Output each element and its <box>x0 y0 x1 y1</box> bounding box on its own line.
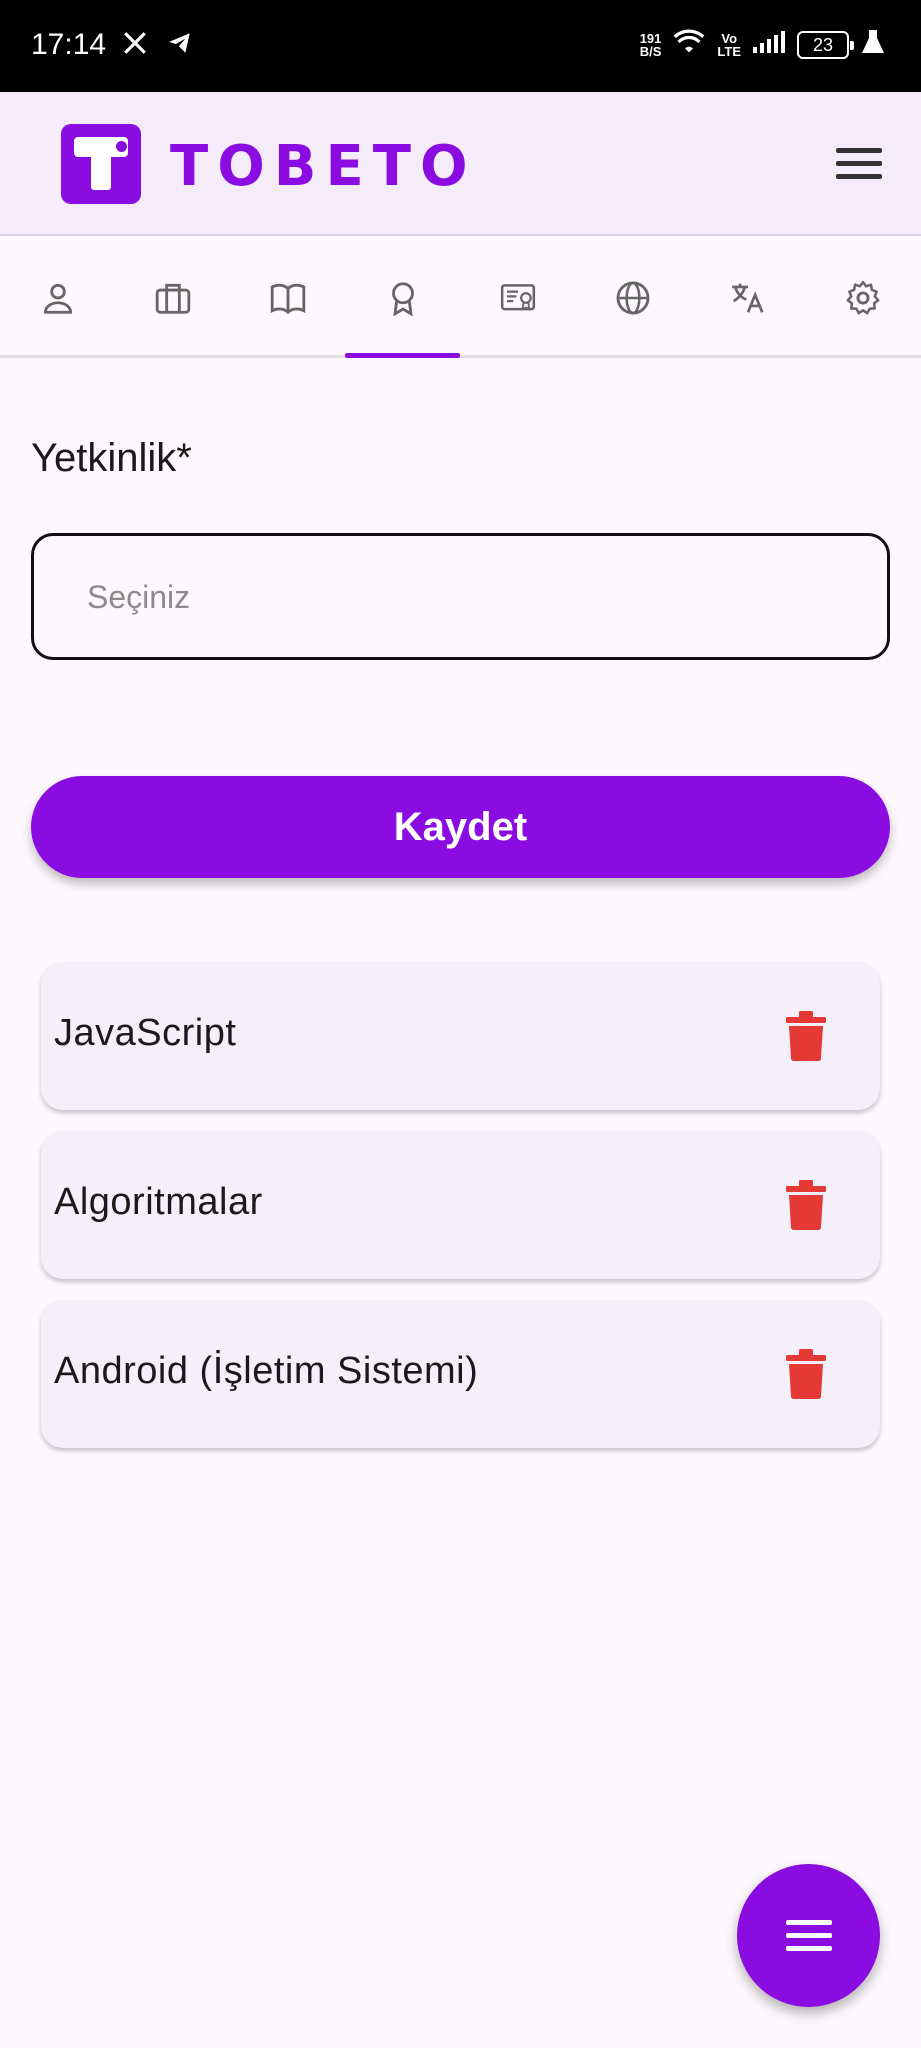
tab-languages[interactable] <box>690 238 805 358</box>
briefcase-icon <box>155 283 190 314</box>
menu-icon-line <box>785 1933 832 1938</box>
tab-certificates[interactable] <box>460 238 575 358</box>
save-button[interactable]: Kaydet <box>31 776 890 878</box>
tab-social-media[interactable] <box>575 238 690 358</box>
status-bar: 17:14 191 B/S Vo LTE 23 <box>0 0 921 92</box>
list-item: Android (İşletim Sistemi) <box>41 1300 880 1448</box>
brand-name: TOBETO <box>170 134 477 199</box>
tab-skills[interactable] <box>345 238 460 358</box>
volte-indicator: Vo LTE <box>717 30 741 59</box>
tab-selected-indicator <box>345 353 460 358</box>
status-time: 17:14 <box>31 28 107 61</box>
wifi-icon <box>673 29 705 60</box>
competency-label: Yetkinlik* <box>31 436 192 480</box>
delete-icon[interactable] <box>786 1180 826 1230</box>
flask-icon <box>861 28 885 61</box>
tab-settings[interactable] <box>805 238 920 358</box>
certificate-icon <box>500 284 535 311</box>
menu-icon-line <box>785 1920 832 1925</box>
skill-name: Algoritmalar <box>54 1181 263 1223</box>
award-icon <box>391 282 414 317</box>
delete-icon[interactable] <box>786 1349 826 1399</box>
skill-name: Android (İşletim Sistemi) <box>54 1350 479 1392</box>
tab-experience[interactable] <box>115 238 230 358</box>
delete-icon[interactable] <box>786 1011 826 1061</box>
floating-menu-button[interactable] <box>737 1864 880 2007</box>
app-bar: TOBETO <box>0 92 921 236</box>
competency-select[interactable]: Seçiniz <box>31 533 890 660</box>
book-icon <box>270 283 305 315</box>
tobeto-logo-icon <box>61 124 141 204</box>
list-item: JavaScript <box>41 962 880 1110</box>
list-item: Algoritmalar <box>41 1131 880 1279</box>
hamburger-menu-icon[interactable] <box>836 148 882 184</box>
translate-icon <box>731 283 763 313</box>
x-app-icon <box>122 30 148 61</box>
tab-personal-info[interactable] <box>0 238 115 358</box>
menu-icon-line <box>785 1946 832 1951</box>
signal-icon <box>753 31 785 58</box>
settings-icon <box>846 280 879 315</box>
profile-tabs <box>0 238 921 358</box>
skill-name: JavaScript <box>54 1012 237 1054</box>
select-placeholder: Seçiniz <box>87 579 191 615</box>
globe-icon <box>616 281 649 315</box>
battery-icon: 23 <box>797 30 854 59</box>
network-speed: 191 B/S <box>639 30 662 59</box>
telegram-icon <box>166 30 194 61</box>
tab-education[interactable] <box>230 238 345 358</box>
person-icon <box>43 283 72 314</box>
